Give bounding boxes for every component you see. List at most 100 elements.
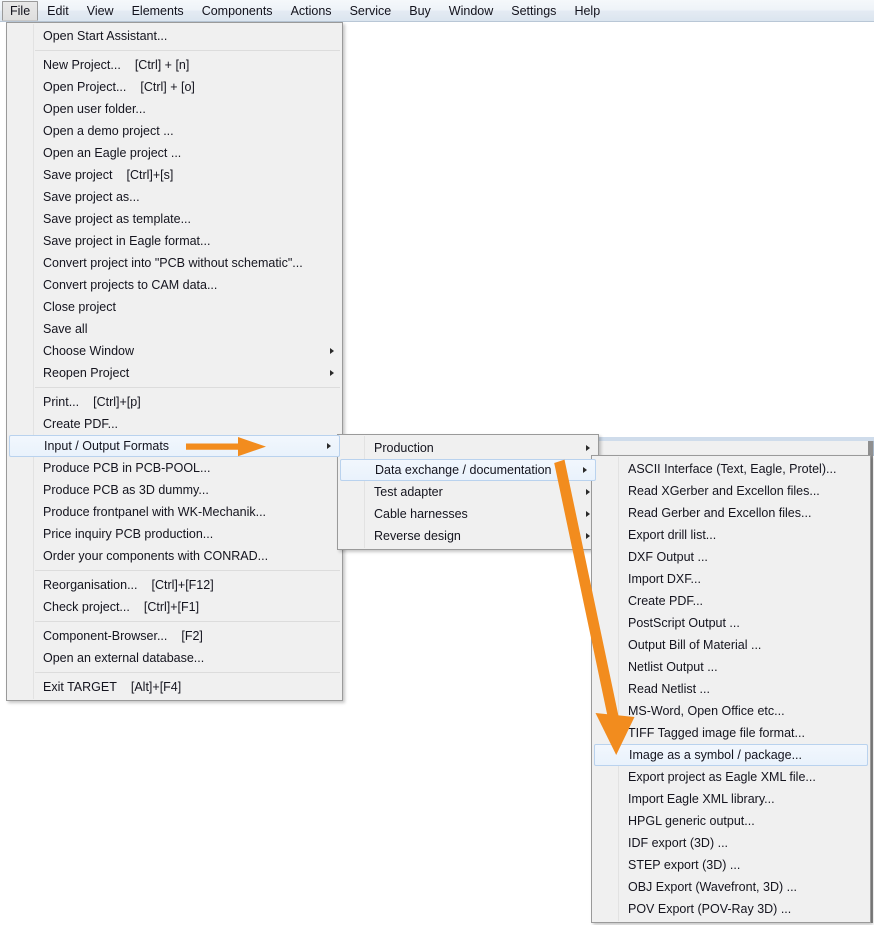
file-menu-item-produce-pcb-as-3d-dummy[interactable]: Produce PCB as 3D dummy... xyxy=(7,479,342,501)
dataex-menu-item-postscript-output[interactable]: PostScript Output ... xyxy=(592,612,870,634)
menu-item-label: Save all xyxy=(43,322,88,336)
file-menu-item-price-inquiry-pcb-production[interactable]: Price inquiry PCB production... xyxy=(7,523,342,545)
menu-item-label: Create PDF... xyxy=(43,417,119,431)
dataex-menu-item-create-pdf[interactable]: Create PDF... xyxy=(592,590,870,612)
menu-item-label: PostScript Output ... xyxy=(628,616,740,630)
file-menu-item-create-pdf[interactable]: Create PDF... xyxy=(7,413,342,435)
menubar-item-help[interactable]: Help xyxy=(565,0,609,21)
menubar-item-actions[interactable]: Actions xyxy=(282,0,341,21)
menu-item-label: Open a demo project ... xyxy=(43,124,174,138)
file-menu-item-new-project[interactable]: New Project... [Ctrl] + [n] xyxy=(7,54,342,76)
menu-item-label: Production xyxy=(374,441,434,455)
dataex-menu-item-export-drill-list[interactable]: Export drill list... xyxy=(592,524,870,546)
menu-item-label: Produce PCB in PCB-POOL... xyxy=(43,461,211,475)
dataex-menu-item-read-netlist[interactable]: Read Netlist ... xyxy=(592,678,870,700)
menu-item-label: DXF Output ... xyxy=(628,550,708,564)
menubar-item-view[interactable]: View xyxy=(78,0,123,21)
io-menu-item-production[interactable]: Production xyxy=(338,437,598,459)
io-menu-item-test-adapter[interactable]: Test adapter xyxy=(338,481,598,503)
file-menu-item-choose-window[interactable]: Choose Window xyxy=(7,340,342,362)
input-output-formats-submenu: Production Data exchange / documentation T… xyxy=(337,434,599,550)
file-menu-item-open-project[interactable]: Open Project... [Ctrl] + [o] xyxy=(7,76,342,98)
dataex-menu-item-ascii-interface-text-eagle-protel[interactable]: ASCII Interface (Text, Eagle, Protel)... xyxy=(592,458,870,480)
dataex-menu-item-idf-export-3d[interactable]: IDF export (3D) ... xyxy=(592,832,870,854)
submenu-chevron-right-icon xyxy=(586,489,590,495)
submenu-chevron-right-icon xyxy=(330,348,334,354)
dataex-menu-item-tiff-tagged-image-file-format[interactable]: TIFF Tagged image file format... xyxy=(592,722,870,744)
menu-item-label: Reopen Project xyxy=(43,366,130,380)
file-menu-item-save-project-in-eagle-format[interactable]: Save project in Eagle format... xyxy=(7,230,342,252)
submenu-chevron-right-icon xyxy=(586,445,590,451)
file-menu-item-save-project[interactable]: Save project [Ctrl]+[s] xyxy=(7,164,342,186)
file-menu-item-save-project-as[interactable]: Save project as... xyxy=(7,186,342,208)
file-menu-item-print[interactable]: Print... [Ctrl]+[p] xyxy=(7,391,342,413)
dataex-menu-item-netlist-output[interactable]: Netlist Output ... xyxy=(592,656,870,678)
menu-item-label: Image as a symbol / package... xyxy=(629,748,803,762)
dataex-menu-item-import-dxf[interactable]: Import DXF... xyxy=(592,568,870,590)
dataex-menu-item-ms-word-open-office-etc[interactable]: MS-Word, Open Office etc... xyxy=(592,700,870,722)
menubar-item-label: Actions xyxy=(290,3,332,18)
file-menu-item-open-an-external-database[interactable]: Open an external database... xyxy=(7,647,342,669)
menu-item-label: Read Gerber and Excellon files... xyxy=(628,506,812,520)
menu-item-label: Open Project... xyxy=(43,80,127,94)
menu-item-label: IDF export (3D) ... xyxy=(628,836,729,850)
menubar-item-buy[interactable]: Buy xyxy=(400,0,440,21)
io-menu-item-data-exchange-documentation[interactable]: Data exchange / documentation xyxy=(340,459,596,481)
dataex-menu-item-image-as-a-symbol-package[interactable]: Image as a symbol / package... xyxy=(594,744,868,766)
file-menu-item-convert-projects-to-cam-data[interactable]: Convert projects to CAM data... xyxy=(7,274,342,296)
dataex-menu-item-output-bill-of-material[interactable]: Output Bill of Material ... xyxy=(592,634,870,656)
file-menu-item-produce-pcb-in-pcb-pool[interactable]: Produce PCB in PCB-POOL... xyxy=(7,457,342,479)
io-menu-item-cable-harnesses[interactable]: Cable harnesses xyxy=(338,503,598,525)
menubar-item-window[interactable]: Window xyxy=(440,0,502,21)
file-menu-item-close-project[interactable]: Close project xyxy=(7,296,342,318)
dataex-menu-item-obj-export-wavefront-3d[interactable]: OBJ Export (Wavefront, 3D) ... xyxy=(592,876,870,898)
dataex-menu-item-step-export-3d[interactable]: STEP export (3D) ... xyxy=(592,854,870,876)
menu-item-label: Data exchange / documentation xyxy=(375,463,552,477)
file-menu-item-open-user-folder[interactable]: Open user folder... xyxy=(7,98,342,120)
menu-separator xyxy=(35,570,340,571)
file-menu-item-reorganisation[interactable]: Reorganisation... [Ctrl]+[F12] xyxy=(7,574,342,596)
dataex-menu-item-export-project-as-eagle-xml-file[interactable]: Export project as Eagle XML file... xyxy=(592,766,870,788)
menubar-item-components[interactable]: Components xyxy=(193,0,282,21)
dataex-menu-item-read-xgerber-and-excellon-files[interactable]: Read XGerber and Excellon files... xyxy=(592,480,870,502)
menu-item-label: Export project as Eagle XML file... xyxy=(628,770,816,784)
dataex-menu-item-import-eagle-xml-library[interactable]: Import Eagle XML library... xyxy=(592,788,870,810)
menu-item-label: HPGL generic output... xyxy=(628,814,755,828)
menubar-item-settings[interactable]: Settings xyxy=(502,0,565,21)
menu-bar: File Edit View Elements Components Actions Ser… xyxy=(0,0,874,22)
menu-item-label: Choose Window xyxy=(43,344,135,358)
io-menu-item-reverse-design[interactable]: Reverse design xyxy=(338,525,598,547)
file-menu-item-component-browser[interactable]: Component-Browser... [F2] xyxy=(7,625,342,647)
menubar-item-service[interactable]: Service xyxy=(341,0,401,21)
file-menu-item-reopen-project[interactable]: Reopen Project xyxy=(7,362,342,384)
file-menu-item-input-output-formats[interactable]: Input / Output Formats xyxy=(9,435,340,457)
menu-item-label: Produce PCB as 3D dummy... xyxy=(43,483,209,497)
menubar-item-label: Help xyxy=(574,3,601,18)
menubar-item-label: Service xyxy=(349,3,392,18)
file-menu-item-save-project-as-template[interactable]: Save project as template... xyxy=(7,208,342,230)
menubar-item-file[interactable]: File xyxy=(2,1,39,21)
menu-item-label: Order your components with CONRAD... xyxy=(43,549,269,563)
file-menu-item-open-an-eagle-project[interactable]: Open an Eagle project ... xyxy=(7,142,342,164)
file-menu-item-open-start-assistant[interactable]: Open Start Assistant... xyxy=(7,25,342,47)
menu-item-label: Open an external database... xyxy=(43,651,205,665)
file-menu-item-save-all[interactable]: Save all xyxy=(7,318,342,340)
file-menu-item-order-your-components-with-conrad[interactable]: Order your components with CONRAD... xyxy=(7,545,342,567)
menubar-item-elements[interactable]: Elements xyxy=(123,0,193,21)
menubar-item-edit[interactable]: Edit xyxy=(38,0,78,21)
dataex-menu-item-dxf-output[interactable]: DXF Output ... xyxy=(592,546,870,568)
dataex-menu-item-hpgl-generic-output[interactable]: HPGL generic output... xyxy=(592,810,870,832)
menu-item-label: Close project xyxy=(43,300,116,314)
file-menu-item-open-a-demo-project[interactable]: Open a demo project ... xyxy=(7,120,342,142)
menu-item-label: Open an Eagle project ... xyxy=(43,146,182,160)
dataex-menu-item-read-gerber-and-excellon-files[interactable]: Read Gerber and Excellon files... xyxy=(592,502,870,524)
menu-item-label: Read XGerber and Excellon files... xyxy=(628,484,820,498)
menu-item-label: Produce frontpanel with WK-Mechanik... xyxy=(43,505,267,519)
menu-separator xyxy=(35,672,340,673)
file-menu-item-produce-frontpanel-with-wk-mechanik[interactable]: Produce frontpanel with WK-Mechanik... xyxy=(7,501,342,523)
file-menu-item-check-project[interactable]: Check project... [Ctrl]+[F1] xyxy=(7,596,342,618)
file-menu-item-exit-target[interactable]: Exit TARGET [Alt]+[F4] xyxy=(7,676,342,698)
menu-item-shortcut: [Ctrl]+[F1] xyxy=(143,600,200,614)
file-menu-item-convert-project-into-pcb-without-schematic[interactable]: Convert project into "PCB without schema… xyxy=(7,252,342,274)
dataex-menu-item-pov-export-pov-ray-3d[interactable]: POV Export (POV-Ray 3D) ... xyxy=(592,898,870,920)
